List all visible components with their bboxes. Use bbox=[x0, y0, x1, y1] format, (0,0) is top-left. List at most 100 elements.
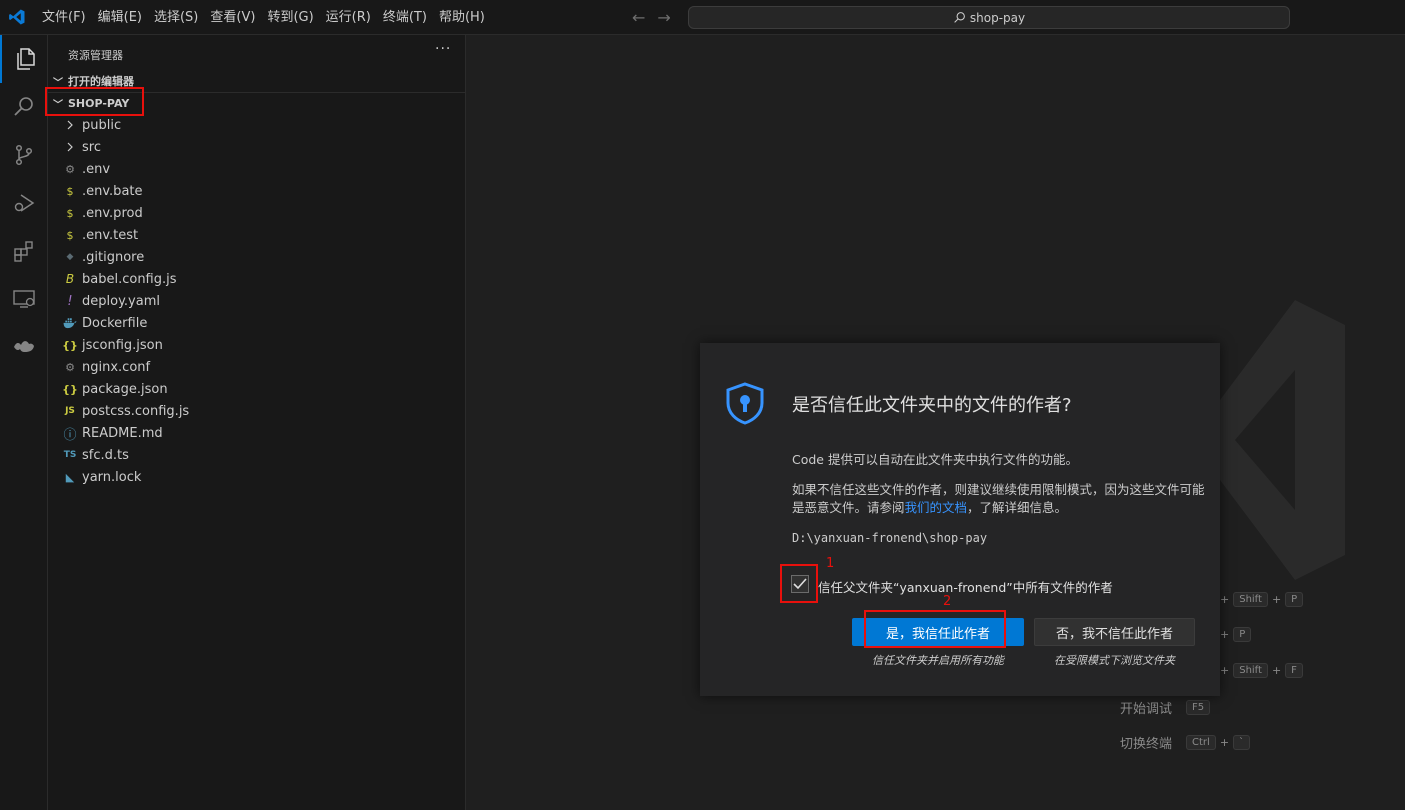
tree-file-package-json[interactable]: {} package.json bbox=[48, 378, 466, 400]
tree-item-label: Dockerfile bbox=[82, 315, 148, 331]
key-shift: Shift bbox=[1233, 592, 1268, 607]
docs-link[interactable]: 我们的文档 bbox=[905, 500, 968, 515]
key-f5: F5 bbox=[1186, 700, 1211, 715]
tree-item-label: babel.config.js bbox=[82, 271, 177, 287]
search-activity-icon[interactable] bbox=[0, 83, 48, 131]
more-actions-icon[interactable]: ··· bbox=[435, 41, 451, 57]
annotation-box-checkbox bbox=[780, 564, 818, 603]
shield-icon bbox=[726, 382, 764, 425]
menu-help[interactable]: 帮助(H) bbox=[433, 0, 491, 35]
tree-file-jsconfig[interactable]: {} jsconfig.json bbox=[48, 334, 466, 356]
chevron-right-icon bbox=[62, 139, 78, 155]
tree-item-label: yarn.lock bbox=[82, 469, 142, 485]
hint-toggle-terminal: 切换终端 Ctrl + ` bbox=[1120, 733, 1251, 752]
tree-item-label: .env.test bbox=[82, 227, 139, 243]
tree-file-nginx-conf[interactable]: ⚙ nginx.conf bbox=[48, 356, 466, 378]
search-icon bbox=[954, 12, 965, 23]
gear-icon: ⚙ bbox=[65, 360, 75, 374]
dont-trust-button[interactable]: 否，我不信任此作者 bbox=[1034, 618, 1195, 646]
tree-item-label: package.json bbox=[82, 381, 168, 397]
trust-parent-label: 信任父文件夹“yanxuan-fronend”中所有文件的作者 bbox=[818, 580, 1113, 595]
sidebar-title: 资源管理器 bbox=[68, 49, 123, 62]
dont-trust-button-subtitle: 在受限模式下浏览文件夹 bbox=[1054, 654, 1175, 667]
tree-item-label: deploy.yaml bbox=[82, 293, 160, 309]
braces-icon: {} bbox=[62, 338, 78, 352]
tree-item-label: jsconfig.json bbox=[82, 337, 163, 353]
docker-icon[interactable] bbox=[0, 323, 48, 371]
tree-file-env-prod[interactable]: $ .env.prod bbox=[48, 202, 466, 224]
hint-label: 切换终端 bbox=[1120, 737, 1173, 752]
dialog-title: 是否信任此文件夹中的文件的作者? bbox=[792, 395, 1072, 416]
menu-file[interactable]: 文件(F) bbox=[36, 0, 92, 35]
key-p: P bbox=[1233, 627, 1252, 642]
info-icon: ⓘ bbox=[63, 427, 77, 443]
vscode-logo-icon bbox=[9, 9, 25, 25]
command-center-search[interactable]: shop-pay bbox=[688, 6, 1290, 29]
key-f: F bbox=[1285, 663, 1303, 678]
annotation-box-project bbox=[45, 87, 144, 116]
tree-file-deploy-yaml[interactable]: ! deploy.yaml bbox=[48, 290, 466, 312]
run-debug-icon[interactable] bbox=[0, 179, 48, 227]
dollar-icon: $ bbox=[66, 206, 74, 220]
tree-item-label: nginx.conf bbox=[82, 359, 151, 375]
annotation-box-trust-button bbox=[864, 610, 1006, 648]
dollar-icon: $ bbox=[66, 228, 74, 242]
menu-go[interactable]: 转到(G) bbox=[261, 0, 319, 35]
tree-file-env[interactable]: ⚙ .env bbox=[48, 158, 466, 180]
forward-arrow-icon[interactable]: → bbox=[657, 8, 670, 27]
explorer-icon[interactable] bbox=[0, 35, 48, 83]
menu-run[interactable]: 运行(R) bbox=[320, 0, 377, 35]
remote-explorer-icon[interactable] bbox=[0, 275, 48, 323]
activity-bar bbox=[0, 35, 48, 810]
hint-start-debugging: 开始调试 F5 bbox=[1120, 698, 1211, 717]
tree-file-env-test[interactable]: $ .env.test bbox=[48, 224, 466, 246]
menu-terminal[interactable]: 终端(T) bbox=[377, 0, 433, 35]
menu-view[interactable]: 查看(V) bbox=[204, 0, 261, 35]
tree-item-label: README.md bbox=[82, 425, 163, 441]
title-bar: 文件(F) 编辑(E) 选择(S) 查看(V) 转到(G) 运行(R) 终端(T… bbox=[0, 0, 1405, 35]
tree-item-label: .env.bate bbox=[82, 183, 143, 199]
chevron-right-icon bbox=[62, 117, 78, 133]
tree-item-label: postcss.config.js bbox=[82, 403, 190, 419]
tree-file-sfc-d-ts[interactable]: TS sfc.d.ts bbox=[48, 444, 466, 466]
tree-file-babel-config[interactable]: B babel.config.js bbox=[48, 268, 466, 290]
tree-item-label: .gitignore bbox=[82, 249, 145, 265]
trust-button-subtitle: 信任文件夹并启用所有功能 bbox=[872, 654, 1004, 667]
tree-item-label: .env.prod bbox=[82, 205, 143, 221]
key-ctrl: Ctrl bbox=[1186, 735, 1216, 750]
key-shift: Shift bbox=[1233, 663, 1268, 678]
extensions-icon[interactable] bbox=[0, 227, 48, 275]
tree-file-postcss-config[interactable]: JS postcss.config.js bbox=[48, 400, 466, 422]
hint-label: 开始调试 bbox=[1120, 702, 1173, 717]
annotation-label-2: 2 bbox=[943, 594, 952, 609]
exclamation-icon: ! bbox=[67, 293, 73, 309]
dialog-detail: 如果不信任这些文件的作者，则建议继续使用限制模式，因为这些文件可能是恶意文件。请… bbox=[792, 482, 1205, 515]
menu-edit[interactable]: 编辑(E) bbox=[92, 0, 148, 35]
annotation-label-1: 1 bbox=[826, 556, 835, 571]
tree-file-yarn-lock[interactable]: ◣ yarn.lock bbox=[48, 466, 466, 488]
git-icon: ◆ bbox=[66, 252, 74, 262]
tree-file-readme[interactable]: ⓘ README.md bbox=[48, 422, 466, 444]
yarn-icon: ◣ bbox=[65, 470, 75, 484]
menu-selection[interactable]: 选择(S) bbox=[148, 0, 204, 35]
back-arrow-icon[interactable]: ← bbox=[632, 8, 645, 27]
source-control-icon[interactable] bbox=[0, 131, 48, 179]
tree-item-label: src bbox=[82, 139, 101, 155]
folder-path: D:\yanxuan-fronend\shop-pay bbox=[792, 531, 988, 545]
tree-item-label: sfc.d.ts bbox=[82, 447, 129, 463]
babel-icon: B bbox=[65, 272, 75, 286]
tree-folder-src[interactable]: src bbox=[48, 136, 466, 158]
tree-folder-public[interactable]: public bbox=[48, 114, 466, 136]
search-text: shop-pay bbox=[969, 10, 1026, 25]
key-backtick: ` bbox=[1233, 735, 1251, 750]
js-icon: JS bbox=[65, 406, 75, 416]
tree-file-env-bate[interactable]: $ .env.bate bbox=[48, 180, 466, 202]
dollar-icon: $ bbox=[66, 184, 74, 198]
tree-file-dockerfile[interactable]: Dockerfile bbox=[48, 312, 466, 334]
tree-file-gitignore[interactable]: ◆ .gitignore bbox=[48, 246, 466, 268]
docker-icon bbox=[62, 315, 78, 331]
dialog-message: Code 提供可以自动在此文件夹中执行文件的功能。 bbox=[792, 452, 1078, 467]
ts-icon: TS bbox=[63, 450, 77, 460]
tree-item-label: .env bbox=[82, 161, 111, 177]
key-p: P bbox=[1285, 592, 1304, 607]
